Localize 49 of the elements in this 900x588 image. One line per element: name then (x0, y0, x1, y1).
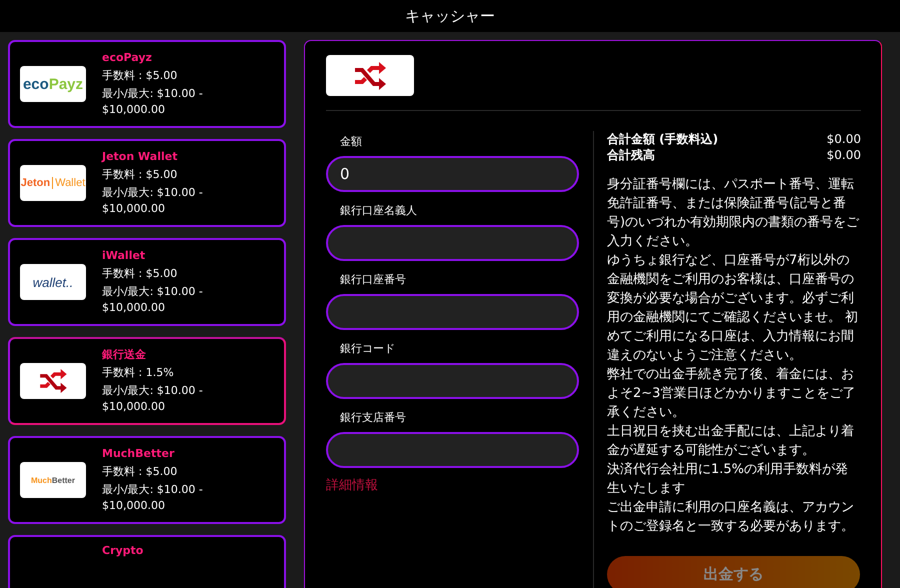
summary-value: $0.00 (826, 131, 861, 147)
fee-text: 手数料 : 1.5% (102, 365, 175, 381)
ecopayz-logo: ecoPayz (20, 66, 86, 102)
summary-label: 合計残高 (607, 147, 655, 163)
payment-method-card[interactable]: Jeton Wallet Jeton Wallet 手数料 : $5.00 最小/最大: $10.00 - $10,000.00 (8, 139, 286, 227)
payment-method-card[interactable]: 銀行送金 手数料 : 1.5% 最小/最大: $10.00 - $10,000.00 (8, 337, 286, 425)
method-name: Crypto (102, 543, 144, 559)
limits-text: 最小/最大: $10.00 - $10,000.00 (102, 482, 204, 514)
limits-text: 最小/最大: $10.00 - $10,000.00 (102, 284, 204, 316)
field-label: 銀行口座名義人 (339, 203, 418, 219)
limits-text: 最小/最大: $10.00 - $10,000.00 (102, 86, 204, 118)
notice-text: ゆうちょ銀行など、口座番号が7桁以外の金融機関をご利用のお客様は、口座番号の変換が必要な場合がございます。必ずご利用の金融機関にてご確認くださいませ。 初めてご利用になる口座は、入力情報にお間違えのないようご注意ください。 (607, 252, 860, 365)
fee-text: 手数料 : $5.00 (102, 464, 178, 480)
input-field[interactable] (326, 363, 579, 399)
method-name: 銀行送金 (102, 347, 147, 363)
jeton-wallet-logo: Jeton Wallet (20, 165, 86, 201)
notice-text: 弊社での出金手続き完了後、着金には、およそ2~3営業日ほどかかりますことをご了承ください。 (607, 366, 856, 422)
fee-text: 手数料 : $5.00 (102, 68, 178, 84)
input-field[interactable] (326, 432, 579, 468)
limits-text: 最小/最大: $10.00 - $10,000.00 (102, 185, 204, 217)
notice-text: ご出金申請に利用の口座名義は、アカウントのご登録名と一致する必要があります。 (607, 499, 855, 536)
method-name: MuchBetter (102, 446, 176, 462)
page-title: キャッシャー (405, 6, 495, 26)
field-label: 金額 (339, 134, 363, 150)
field-label: 銀行口座番号 (339, 272, 407, 288)
input-field[interactable]: 0 (326, 156, 579, 192)
payment-method-card[interactable]: Crypto (8, 535, 286, 588)
payment-method-card[interactable]: wallet.. iWallet 手数料 : $5.00 最小/最大: $10.00 - $10,000.00 (8, 238, 286, 326)
fee-text: 手数料 : $5.00 (102, 266, 178, 282)
notice-text: 土日祝日を挟む出金手配には、上記より着金が遅延する可能性がございます。 (607, 423, 855, 460)
muchbetter-logo: MuchBetter (20, 462, 86, 498)
iwallet-logo: wallet.. (20, 264, 86, 300)
payment-method-card[interactable]: MuchBetter MuchBetter 手数料 : $5.00 最小/最大: $10.00 - $10,000.00 (8, 436, 286, 524)
fee-text: 手数料 : $5.00 (102, 167, 178, 183)
shuffle-icon (352, 62, 388, 90)
field-label: 銀行支店番号 (339, 410, 407, 426)
summary-label: 合計金額 (手数料込) (607, 131, 718, 147)
summary-value: $0.00 (826, 147, 861, 163)
notice-text: 決済代行会社用に1.5%の利用手数料が発生いたします (607, 461, 850, 498)
shuffle-icon (37, 369, 69, 393)
method-name: iWallet (102, 248, 146, 264)
notice-text: 身分証番号欄には、パスポート番号、運転免許証番号、または保険証番号(記号と番号)のいづれか有効期限内の書類の番号をご入力ください。 (607, 176, 860, 251)
limits-text: 最小/最大: $10.00 - $10,000.00 (102, 383, 204, 415)
input-field[interactable] (326, 225, 579, 261)
method-name: Jeton Wallet (102, 149, 178, 165)
payment-method-card[interactable]: ecoPayz ecoPayz 手数料 : $5.00 最小/最大: $10.00 - $10,000.00 (8, 40, 286, 128)
method-name: ecoPayz (102, 50, 153, 66)
input-field[interactable] (326, 294, 579, 330)
field-label: 銀行コード (339, 341, 396, 357)
